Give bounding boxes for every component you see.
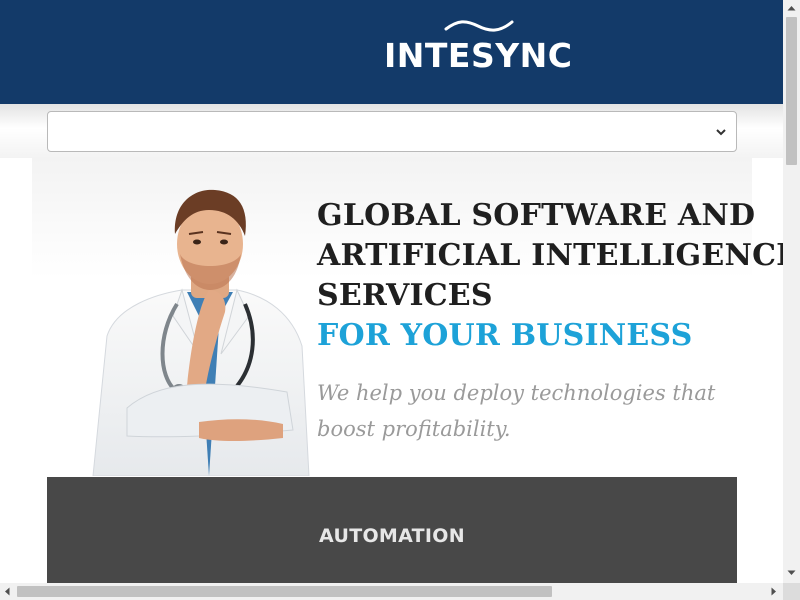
headline-line-2: ARTIFICIAL INTELLIGENCE (317, 238, 783, 273)
scrollbar-corner (783, 583, 800, 600)
nav-bar (0, 104, 783, 158)
horizontal-scroll-thumb[interactable] (17, 586, 552, 597)
vertical-scroll-thumb[interactable] (786, 17, 797, 165)
headline-accent: FOR YOUR BUSINESS (317, 318, 693, 353)
horizontal-scrollbar[interactable] (0, 583, 783, 600)
scroll-down-arrow-icon[interactable] (787, 570, 796, 576)
headline-line-1: GLOBAL SOFTWARE AND (317, 198, 756, 233)
service-title[interactable]: AUTOMATION (47, 525, 737, 547)
chevron-down-icon (716, 129, 726, 136)
doctor-image (92, 189, 310, 476)
scroll-left-arrow-icon[interactable] (4, 587, 10, 596)
navigation-select[interactable] (47, 111, 737, 152)
logo-wave-icon (444, 20, 514, 32)
page-viewport: INTESYNC GLOBAL SOFTWARE AND ARTIFICIAL … (0, 0, 783, 583)
scroll-up-arrow-icon[interactable] (787, 5, 796, 11)
scroll-right-arrow-icon[interactable] (771, 587, 777, 596)
vertical-scrollbar[interactable] (783, 0, 800, 583)
logo-text: INTESYNC (384, 36, 573, 75)
hero-headline: GLOBAL SOFTWARE AND ARTIFICIAL INTELLIGE… (317, 196, 783, 356)
hero-banner: GLOBAL SOFTWARE AND ARTIFICIAL INTELLIGE… (32, 158, 783, 477)
service-panel-automation: AUTOMATION (47, 477, 737, 583)
hero-tagline: We help you deploy technologies that boo… (317, 381, 716, 441)
site-header: INTESYNC (0, 0, 783, 104)
intesync-logo[interactable]: INTESYNC (384, 18, 572, 72)
headline-line-3: SERVICES (317, 278, 493, 313)
